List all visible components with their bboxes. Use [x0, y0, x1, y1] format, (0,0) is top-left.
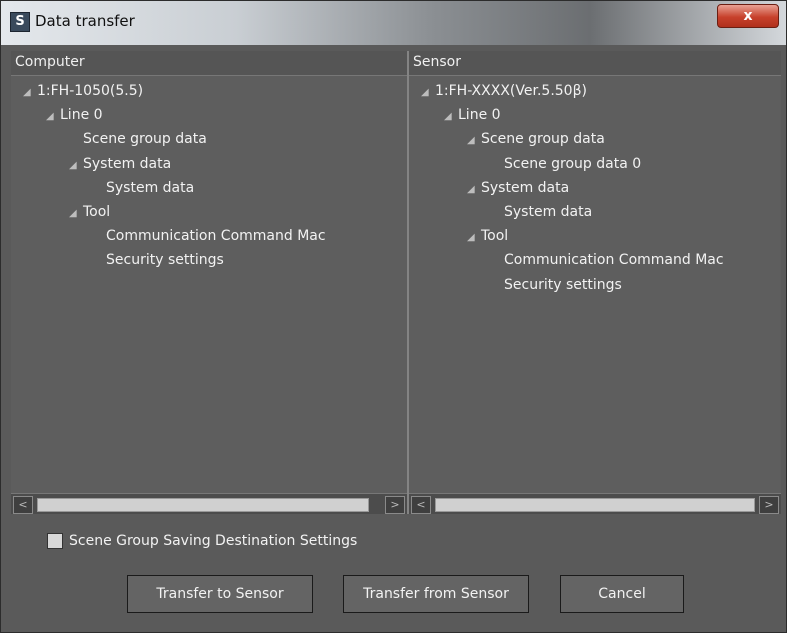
scroll-right-arrow-icon[interactable]: > — [759, 496, 779, 514]
tree-node[interactable]: ◢ 1:FH-XXXX(Ver.5.50β) — [421, 81, 587, 101]
tree-node[interactable]: Security settings — [92, 250, 224, 270]
expanded-triangle-icon[interactable]: ◢ — [421, 83, 435, 103]
tree-node-label: 1:FH-XXXX(Ver.5.50β) — [435, 83, 587, 99]
transfer-panes: Computer ◢ 1:FH-1050(5.5) ◢ Line 0 Scene gro… — [11, 51, 781, 514]
app-logo-icon: S — [10, 12, 30, 32]
sensor-pane-header: Sensor — [409, 51, 781, 76]
computer-pane: Computer ◢ 1:FH-1050(5.5) ◢ Line 0 Scene gro… — [11, 51, 409, 514]
tree-node[interactable]: ◢ System data — [69, 154, 171, 174]
scrollbar-thumb[interactable] — [37, 498, 369, 512]
tree-node-label: Communication Command Mac — [106, 228, 326, 245]
data-transfer-dialog: S Data transfer x Computer ◢ 1:FH-1050(5.… — [0, 0, 787, 633]
tree-node[interactable]: System data — [490, 202, 592, 222]
computer-horizontal-scrollbar[interactable]: < > — [11, 493, 407, 514]
tree-node[interactable]: Communication Command Mac — [92, 226, 326, 246]
tree-node[interactable]: ◢ Tool — [467, 226, 508, 246]
expanded-triangle-icon[interactable]: ◢ — [467, 228, 481, 248]
tree-node[interactable]: ◢ Scene group data — [467, 129, 605, 149]
tree-node-label: System data — [504, 204, 593, 220]
tree-node[interactable]: ◢ Line 0 — [444, 105, 501, 125]
expanded-triangle-icon[interactable]: ◢ — [69, 204, 83, 224]
tree-node-label: Scene group data — [83, 131, 207, 148]
window-title: Data transfer — [35, 12, 135, 30]
tree-node-label: Tool — [83, 204, 111, 220]
tree-node-label: Communication Command Mac — [504, 252, 724, 269]
tree-node-label: Scene group data 0 — [504, 155, 642, 172]
expanded-triangle-icon[interactable]: ◢ — [444, 107, 458, 127]
title-bar[interactable]: S Data transfer x — [1, 1, 786, 45]
tree-node-label: Line 0 — [60, 107, 103, 124]
scroll-left-arrow-icon[interactable]: < — [411, 496, 431, 514]
tree-node-label: System data — [83, 155, 172, 172]
tree-node[interactable]: System data — [92, 178, 194, 198]
expanded-triangle-icon[interactable]: ◢ — [69, 156, 83, 176]
tree-node[interactable]: Scene group data 0 — [490, 154, 641, 174]
tree-node-label: Scene group data — [481, 131, 605, 148]
cancel-button[interactable]: Cancel — [560, 575, 684, 613]
tree-node[interactable]: ◢ 1:FH-1050(5.5) — [23, 81, 143, 101]
expanded-triangle-icon[interactable]: ◢ — [23, 83, 37, 103]
tree-node[interactable]: ◢ Line 0 — [46, 105, 103, 125]
tree-node-label: Line 0 — [458, 107, 501, 124]
expanded-triangle-icon[interactable]: ◢ — [467, 131, 481, 151]
tree-node-label: Security settings — [106, 252, 224, 269]
tree-node[interactable]: ◢ System data — [467, 178, 569, 198]
scroll-right-arrow-icon[interactable]: > — [385, 496, 405, 514]
tree-node[interactable]: Communication Command Mac — [490, 250, 724, 270]
tree-node-label: 1:FH-1050(5.5) — [37, 83, 144, 99]
tree-node-label: System data — [106, 179, 195, 196]
scrollbar-thumb[interactable] — [435, 498, 755, 512]
scene-group-saving-label: Scene Group Saving Destination Settings — [69, 533, 358, 549]
tree-node-label: Tool — [481, 228, 509, 245]
tree-node-label: System data — [481, 179, 570, 196]
tree-node[interactable]: ◢ Tool — [69, 202, 110, 222]
expanded-triangle-icon[interactable]: ◢ — [467, 180, 481, 200]
expanded-triangle-icon[interactable]: ◢ — [46, 107, 60, 127]
computer-pane-header: Computer — [11, 51, 407, 76]
scene-group-saving-checkbox[interactable] — [47, 533, 63, 549]
tree-node[interactable]: Scene group data — [69, 129, 207, 149]
scroll-left-arrow-icon[interactable]: < — [13, 496, 33, 514]
transfer-to-sensor-button[interactable]: Transfer to Sensor — [127, 575, 313, 613]
close-button[interactable]: x — [717, 4, 779, 28]
tree-node-label: Security settings — [504, 276, 622, 293]
transfer-from-sensor-button[interactable]: Transfer from Sensor — [343, 575, 529, 613]
sensor-horizontal-scrollbar[interactable]: < > — [409, 493, 781, 514]
sensor-pane: Sensor ◢ 1:FH-XXXX(Ver.5.50β) ◢ Line 0 ◢ Scen… — [409, 51, 781, 514]
tree-node[interactable]: Security settings — [490, 275, 622, 295]
